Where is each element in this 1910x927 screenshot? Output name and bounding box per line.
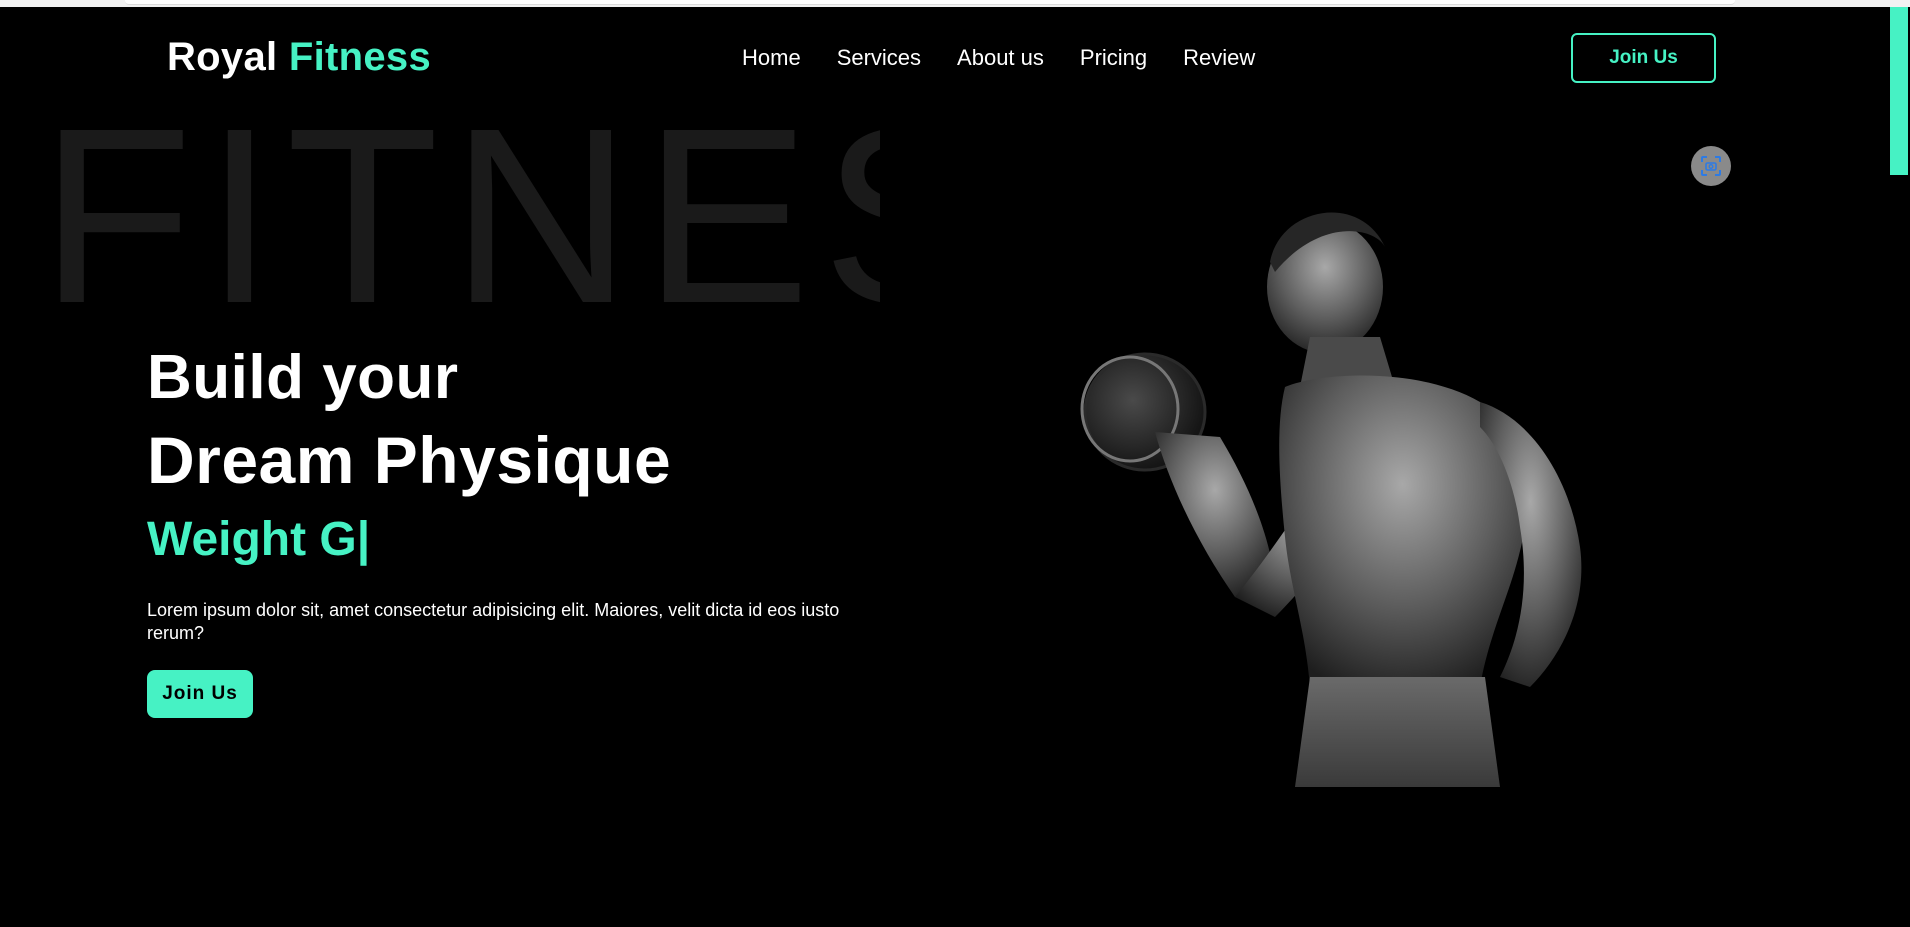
bodybuilder-image	[1080, 212, 1582, 787]
nav-join-button[interactable]: Join Us	[1571, 33, 1716, 83]
typed-text: Weight G|	[147, 513, 371, 566]
nav-link-services[interactable]: Services	[837, 45, 921, 71]
nav-link-about-us[interactable]: About us	[957, 45, 1044, 71]
nav-link-home[interactable]: Home	[742, 45, 801, 71]
hero-join-button[interactable]: Join Us	[147, 670, 253, 718]
browser-top-bar	[125, 0, 1735, 5]
hero-title: Build your Dream Physique	[147, 337, 671, 501]
hero-description: Lorem ipsum dolor sit, amet consectetur …	[147, 600, 840, 643]
page: FITNESS Royal Fitness Home Services Abou…	[0, 7, 1890, 927]
hero-title-line2: Dream Physique	[147, 423, 672, 497]
scrollbar-thumb[interactable]	[1890, 7, 1908, 175]
brand-name-primary: Royal	[167, 35, 278, 79]
nav-link-pricing[interactable]: Pricing	[1080, 45, 1147, 71]
hero-title-line1: Build your	[147, 343, 459, 412]
browser-top-strip	[0, 0, 1910, 7]
capture-glyph-icon	[1701, 156, 1721, 176]
screenshot-capture-icon[interactable]	[1691, 146, 1731, 186]
brand-logo[interactable]: Royal Fitness	[167, 35, 431, 80]
brand-name-accent: Fitness	[288, 35, 431, 79]
nav-link-review[interactable]: Review	[1183, 45, 1255, 71]
main-nav: Home Services About us Pricing Review	[742, 45, 1291, 71]
background-word: FITNESS	[40, 101, 880, 326]
scrollbar[interactable]	[1890, 7, 1910, 927]
